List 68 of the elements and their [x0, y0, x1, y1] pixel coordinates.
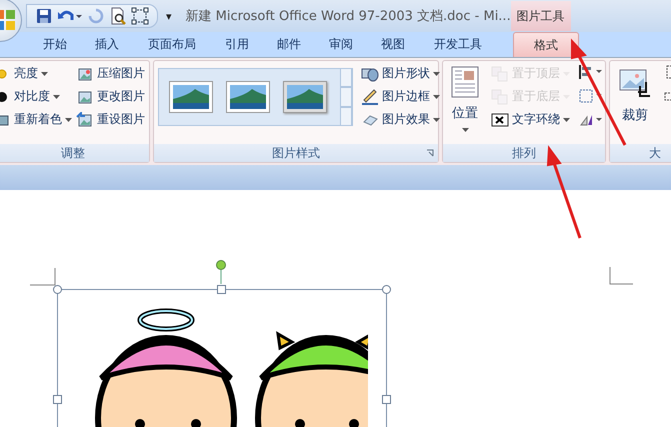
- recolor-icon: [0, 112, 11, 126]
- ribbon-command[interactable]: 图片形状: [361, 64, 440, 83]
- command-label: 亮度: [14, 65, 38, 82]
- command-label: 图片形状: [382, 65, 430, 82]
- ribbon-tab[interactable]: 视图: [367, 32, 419, 57]
- window-title: 新建 Microsoft Office Word 97-2003 文档.doc - Mi...: [186, 8, 511, 25]
- context-tab-label: 图片工具: [510, 1, 571, 31]
- command-label: 文字环绕: [512, 111, 560, 128]
- crop-button[interactable]: 裁剪: [614, 64, 656, 126]
- command-label: 对比度: [14, 88, 50, 105]
- compress-picture-icon: [76, 66, 94, 82]
- rotation-handle[interactable]: [215, 260, 227, 284]
- ribbon-tab[interactable]: 开发工具: [419, 32, 497, 57]
- ribbon-command[interactable]: 更改图片: [76, 87, 145, 106]
- position-button[interactable]: 位置: [447, 64, 483, 134]
- resize-handle[interactable]: [53, 285, 62, 294]
- group-label: 调整: [0, 144, 149, 162]
- group-label: 图片样式: [154, 144, 438, 162]
- customize-toolbar-button[interactable]: ▾: [166, 10, 172, 22]
- ribbon-command[interactable]: 重新着色: [0, 110, 72, 129]
- picture-style-thumbnail[interactable]: [283, 81, 327, 113]
- command-label: 图片效果: [382, 111, 430, 128]
- page-corner-mark: [30, 268, 56, 286]
- save-icon[interactable]: [35, 7, 53, 25]
- ribbon-tab[interactable]: 页面布局: [133, 32, 211, 57]
- page-layout-icon: [451, 66, 479, 98]
- selection-frame-icon[interactable]: [131, 7, 149, 25]
- caret-icon: [462, 128, 468, 132]
- ribbon-tab[interactable]: 引用: [211, 32, 263, 57]
- ribbon-command[interactable]: 压缩图片: [76, 64, 145, 83]
- command-label: 位置: [452, 105, 478, 122]
- caret-icon: [433, 118, 440, 122]
- ribbon-tab[interactable]: 邮件: [263, 32, 315, 57]
- pencil-icon: [361, 88, 379, 104]
- resize-handle[interactable]: [382, 395, 391, 404]
- resize-handle[interactable]: [53, 395, 62, 404]
- crop-icon: [618, 68, 652, 100]
- print-preview-icon[interactable]: [109, 7, 127, 25]
- dialog-launcher-icon[interactable]: [426, 149, 434, 157]
- shapes-icon: [361, 66, 379, 82]
- picture-style-thumbnail[interactable]: [169, 81, 213, 113]
- ribbon-tab[interactable]: 审阅: [315, 32, 367, 57]
- picture-style-thumbnail[interactable]: [226, 81, 270, 113]
- command-label: 图片边框: [382, 88, 430, 105]
- group-label: 大: [610, 144, 671, 162]
- resize-handle[interactable]: [382, 285, 391, 294]
- command-label: 重新着色: [14, 111, 62, 128]
- group-objects-icon[interactable]: [578, 88, 604, 104]
- align-icon[interactable]: [578, 64, 604, 80]
- caret-icon: [563, 118, 570, 122]
- ribbon-command[interactable]: 图片边框: [361, 87, 440, 106]
- change-picture-icon: [76, 88, 94, 104]
- ribbon-tab[interactable]: 开始: [29, 32, 81, 57]
- ribbon-command[interactable]: 文字环绕: [491, 110, 570, 129]
- ribbon-tab[interactable]: 插入: [81, 32, 133, 57]
- ribbon-command[interactable]: 重设图片: [76, 110, 145, 129]
- ribbon-command[interactable]: 图片效果: [361, 110, 440, 129]
- ribbon-tab[interactable]: 格式: [513, 32, 579, 57]
- text-wrap-icon: [491, 112, 509, 128]
- caret-icon: [433, 94, 440, 98]
- page-corner-mark: [609, 267, 633, 285]
- resize-handle[interactable]: [217, 285, 226, 294]
- ribbon-command[interactable]: 对比度: [0, 87, 72, 106]
- group-label: 排列: [443, 144, 605, 162]
- reset-picture-icon: [76, 112, 94, 128]
- ribbon-command[interactable]: 亮度: [0, 64, 72, 83]
- office-logo-icon: [0, 8, 17, 32]
- caret-icon: [433, 72, 440, 76]
